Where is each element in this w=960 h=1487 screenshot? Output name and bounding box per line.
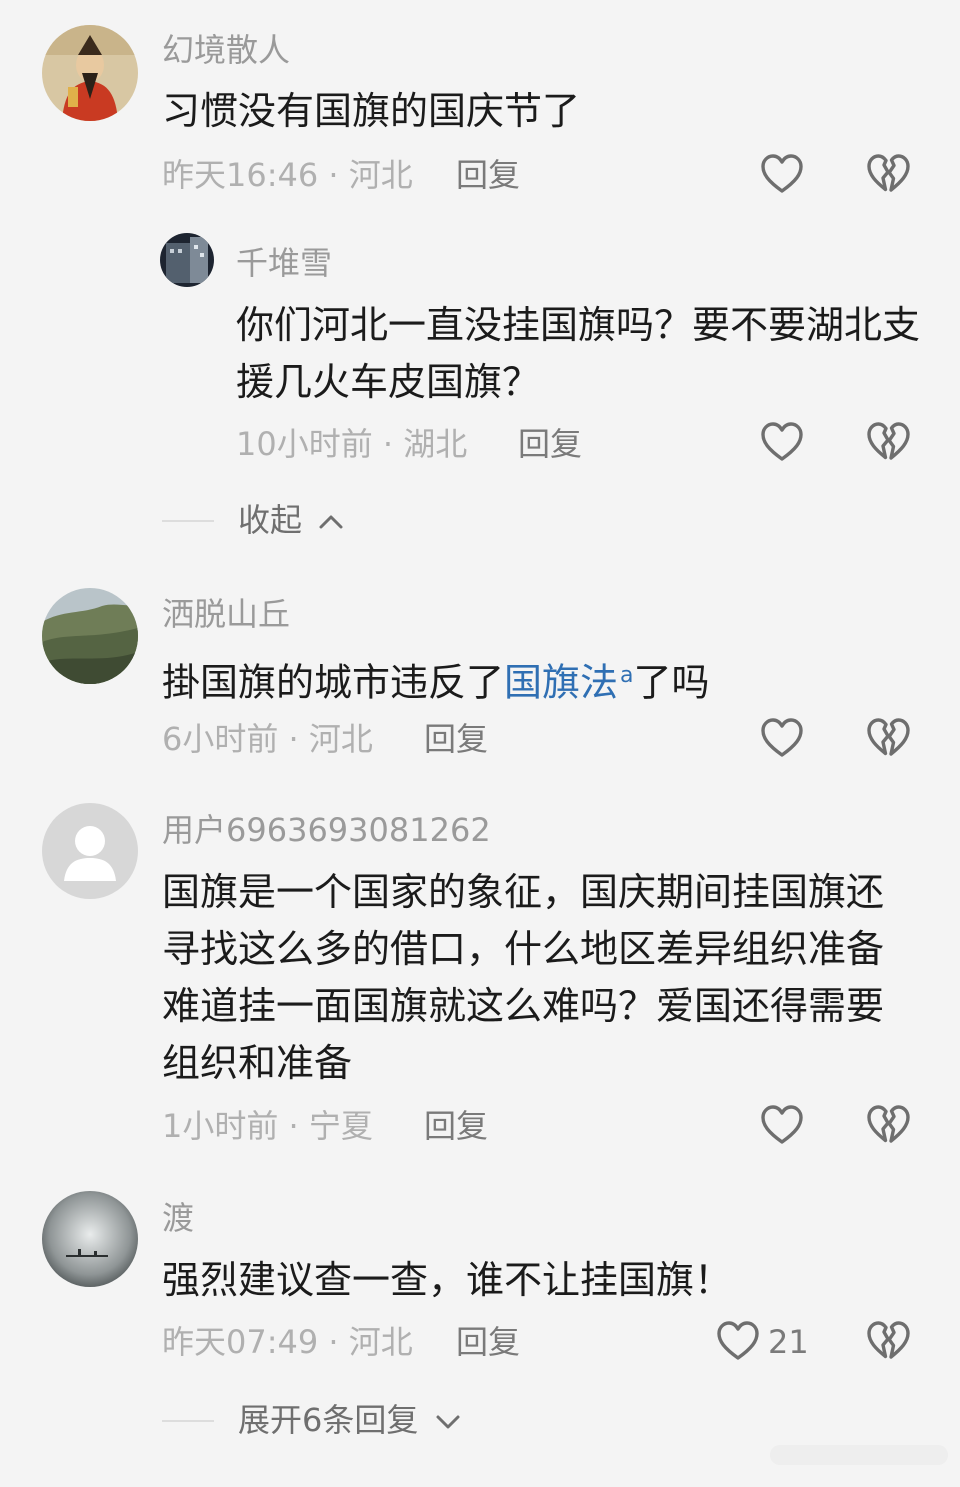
expand-label: 展开6条回复 [238, 1401, 419, 1439]
comment-meta: 1小时前 · 宁夏 [162, 1107, 373, 1145]
topic-link[interactable]: 国旗法 [504, 661, 618, 705]
chevron-up-icon [319, 515, 343, 529]
comment-text: 强烈建议查一查，谁不让挂国旗！ [162, 1258, 733, 1302]
collapse-replies-button[interactable]: 收起 [162, 500, 422, 540]
like-button[interactable] [758, 418, 806, 466]
dislike-button[interactable] [864, 1101, 912, 1149]
comment-text-part: 掛国旗的城市违反了 [162, 660, 505, 705]
search-icon: 𝖺 [620, 663, 634, 688]
foggy-lake-avatar-image [42, 1191, 138, 1287]
broken-heart-icon [864, 418, 912, 466]
username[interactable]: 千堆雪 [236, 243, 332, 283]
broken-heart-icon [864, 714, 912, 762]
heart-outline-icon [758, 1101, 806, 1149]
like-button[interactable] [758, 150, 806, 198]
dislike-button[interactable] [864, 150, 912, 198]
building-avatar-image [160, 233, 214, 287]
portrait-avatar-image [42, 25, 138, 121]
comment-text: 你们河北一直没挂国旗吗？要不要湖北支援几火车皮国旗？ [236, 303, 921, 404]
comment-meta: 6小时前 · 河北 [162, 720, 373, 758]
heart-outline-icon [758, 150, 806, 198]
broken-heart-icon [864, 150, 912, 198]
reply-button[interactable]: 回复 [518, 424, 582, 464]
avatar[interactable] [160, 233, 214, 287]
avatar[interactable] [42, 803, 138, 899]
comment-text: 掛国旗的城市违反了国旗法𝖺了吗 [162, 647, 922, 712]
broken-heart-icon [864, 1101, 912, 1149]
username[interactable]: 幻境散人 [162, 30, 290, 70]
divider [162, 1420, 214, 1422]
comment-meta: 10小时前 · 湖北 [236, 425, 468, 463]
like-count: 21 [768, 1323, 809, 1361]
like-button[interactable] [714, 1317, 762, 1365]
default-user-icon [42, 803, 138, 899]
dislike-button[interactable] [864, 714, 912, 762]
comment-text: 习惯没有国旗的国庆节了 [162, 89, 581, 133]
username[interactable]: 用户6963693081262 [162, 810, 491, 850]
heart-outline-icon [758, 418, 806, 466]
dislike-button[interactable] [864, 418, 912, 466]
avatar[interactable] [42, 25, 138, 121]
avatar[interactable] [42, 588, 138, 684]
heart-outline-icon [714, 1317, 762, 1365]
collapse-label: 收起 [238, 501, 303, 539]
broken-heart-icon [864, 1317, 912, 1365]
comment-meta: 昨天07:49 · 河北 [162, 1323, 413, 1361]
expand-replies-button[interactable]: 展开6条回复 [162, 1400, 502, 1440]
like-button[interactable] [758, 1101, 806, 1149]
watermark-logo [770, 1445, 948, 1465]
username[interactable]: 渡 [162, 1198, 194, 1238]
avatar[interactable] [42, 1191, 138, 1287]
reply-button[interactable]: 回复 [424, 1106, 488, 1146]
comment-meta: 昨天16:46 · 河北 [162, 156, 413, 194]
divider [162, 520, 214, 522]
heart-outline-icon [758, 714, 806, 762]
dislike-button[interactable] [864, 1317, 912, 1365]
reply-button[interactable]: 回复 [424, 719, 488, 759]
username[interactable]: 洒脱山丘 [162, 594, 290, 634]
like-button[interactable] [758, 714, 806, 762]
landscape-avatar-image [42, 588, 138, 684]
chevron-down-icon [436, 1415, 460, 1429]
reply-button[interactable]: 回复 [456, 1322, 520, 1362]
comment-text-part: 了吗 [633, 660, 710, 705]
comment-text: 国旗是一个国家的象征，国庆期间挂国旗还寻找这么多的借口，什么地区差异组织准备难道… [162, 870, 885, 1085]
reply-button[interactable]: 回复 [456, 155, 520, 195]
